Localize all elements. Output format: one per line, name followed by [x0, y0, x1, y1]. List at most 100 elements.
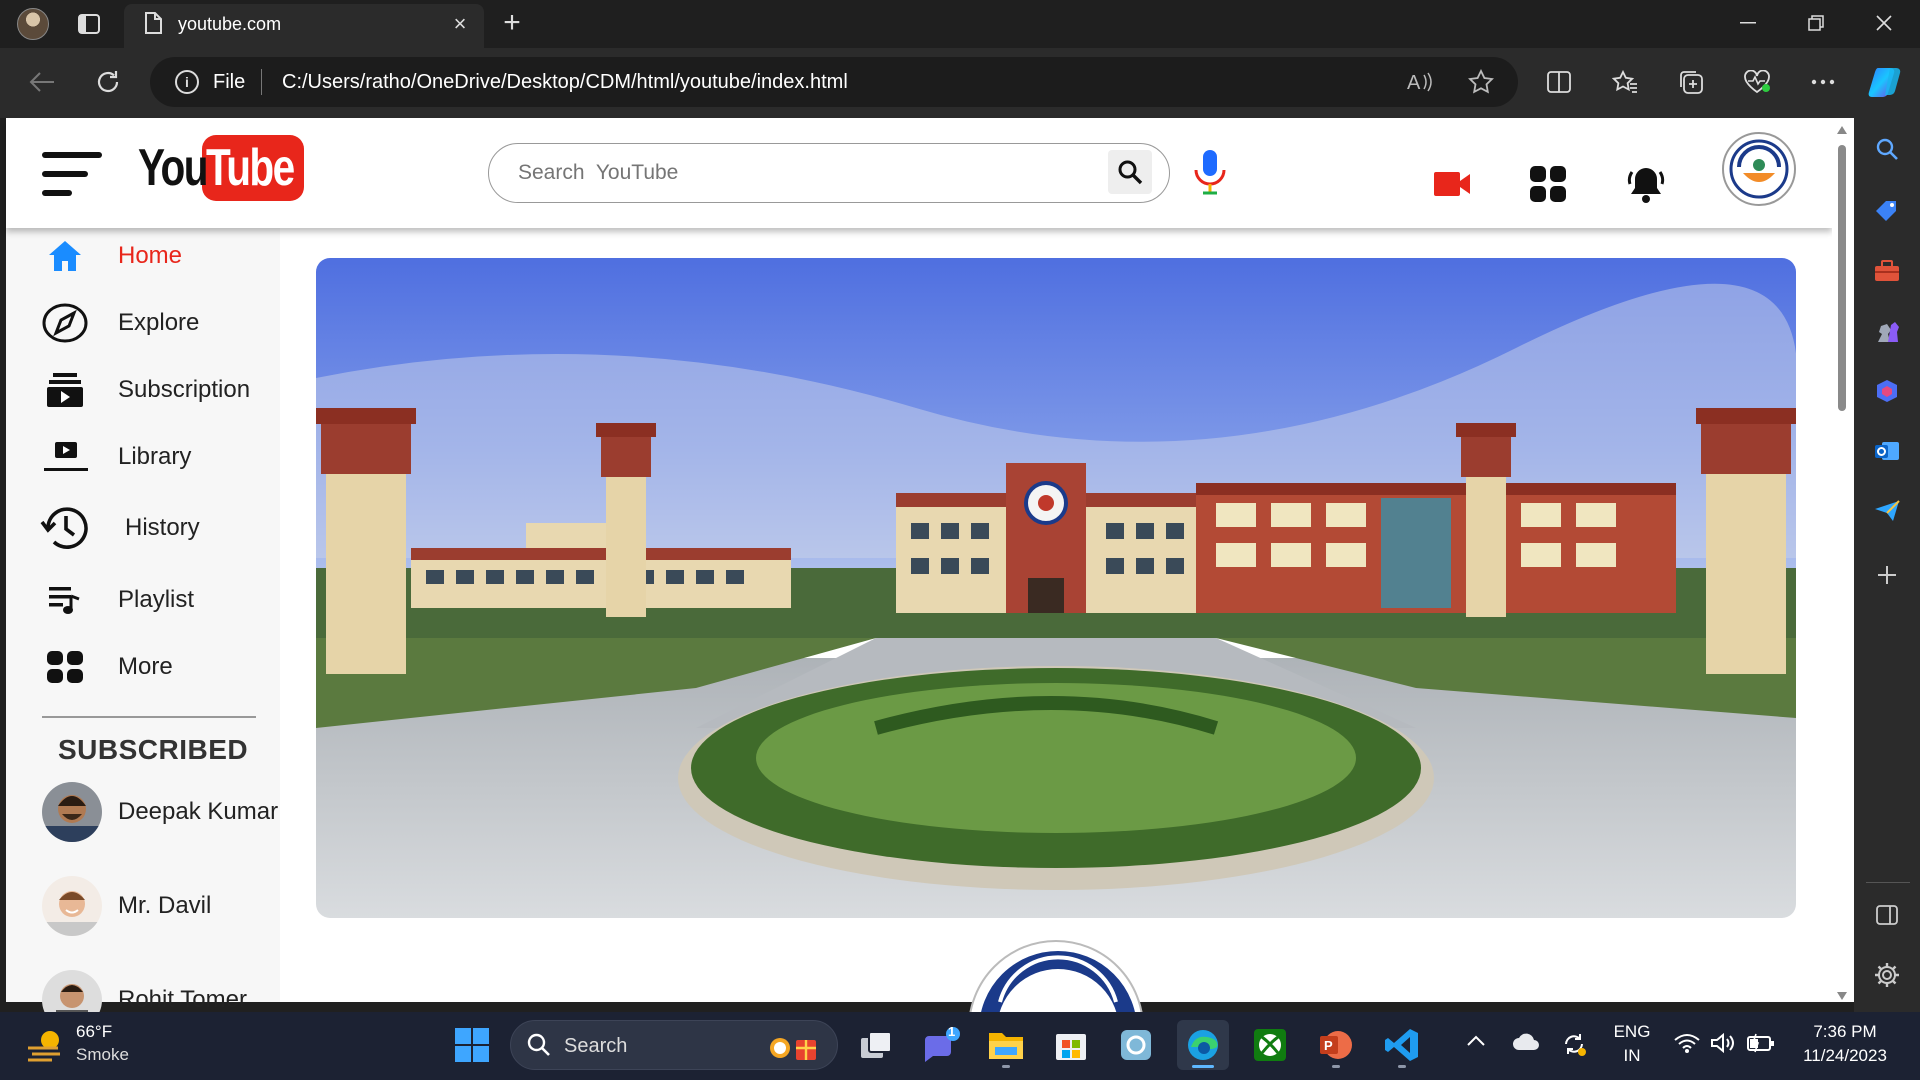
running-indicator: [1332, 1065, 1340, 1068]
compass-icon: [40, 303, 90, 343]
minimize-button[interactable]: [1714, 0, 1782, 46]
subscription-name: Rohit Tomer: [118, 986, 247, 1013]
store-icon: [1056, 1034, 1086, 1060]
sidebar-divider-line: [42, 716, 256, 718]
more-options-icon[interactable]: [1803, 64, 1843, 100]
nav-item-playlist[interactable]: Playlist: [40, 574, 280, 626]
restore-button[interactable]: [1782, 0, 1850, 46]
app-launcher-button[interactable]: [1110, 1020, 1162, 1070]
collections-icon[interactable]: [1671, 64, 1711, 100]
start-button[interactable]: [446, 1020, 498, 1070]
subscription-item-mr-davil[interactable]: Mr. Davil: [42, 876, 282, 938]
page-icon: [144, 12, 164, 36]
sidebar-hide-icon[interactable]: [1870, 898, 1904, 932]
refresh-icon: [97, 71, 119, 93]
task-view-icon: [861, 1031, 892, 1058]
task-view-button[interactable]: [850, 1020, 902, 1070]
nav-label-playlist: Playlist: [118, 586, 195, 613]
teams-chat-button[interactable]: 1: [915, 1020, 967, 1070]
onedrive-cloud-icon[interactable]: [1512, 1032, 1540, 1056]
playlist-icon: [40, 580, 90, 620]
language-indicator-bottom[interactable]: IN: [1608, 1046, 1656, 1066]
sidebar-settings-icon[interactable]: [1870, 958, 1904, 992]
tab-close-icon[interactable]: ×: [448, 12, 472, 36]
nav-item-history[interactable]: History: [40, 502, 280, 554]
scrollbar-thumb[interactable]: [1838, 145, 1846, 411]
show-hidden-icons-chevron-icon[interactable]: [1466, 1034, 1490, 1054]
channel-banner-image[interactable]: [316, 258, 1796, 918]
sidebar-outlook-icon[interactable]: [1870, 434, 1904, 468]
sidebar-office-icon[interactable]: [1870, 374, 1904, 408]
copilot-icon[interactable]: [1866, 64, 1906, 100]
read-aloud-icon[interactable]: A: [1404, 66, 1436, 98]
nav-label-library: Library: [118, 443, 192, 470]
browser-profile-button[interactable]: [14, 6, 52, 42]
sidebar-search-icon[interactable]: [1870, 132, 1904, 166]
scroll-down-arrow-icon[interactable]: [1836, 988, 1848, 1000]
youtube-search-button[interactable]: [1108, 150, 1152, 194]
xbox-button[interactable]: [1244, 1020, 1296, 1070]
nav-item-library[interactable]: Library: [40, 431, 280, 483]
menu-icon[interactable]: [40, 150, 104, 198]
nav-item-subscription[interactable]: Subscription: [40, 364, 280, 416]
vscode-icon: [1385, 1029, 1418, 1061]
edge-button[interactable]: [1177, 1020, 1229, 1070]
refresh-button[interactable]: [86, 62, 130, 102]
taskbar-search-label: Search: [564, 1035, 628, 1057]
video-camera-icon[interactable]: [1428, 160, 1476, 208]
site-info-icon[interactable]: i: [175, 70, 199, 94]
channel-avatar: [42, 876, 102, 936]
weather-description: Smoke: [76, 1045, 129, 1064]
address-url[interactable]: C:/Users/ratho/OneDrive/Desktop/CDM/html…: [282, 70, 848, 94]
back-button[interactable]: [20, 62, 64, 102]
wifi-icon[interactable]: [1674, 1032, 1702, 1056]
nav-item-more[interactable]: More: [40, 641, 280, 693]
nav-label-history: History: [125, 514, 200, 541]
microphone-icon[interactable]: [1192, 148, 1228, 196]
microsoft-store-button[interactable]: [1045, 1020, 1097, 1070]
address-divider: [261, 69, 262, 95]
weather-sun-icon[interactable]: [26, 1026, 66, 1066]
subscriptions-icon: [40, 370, 90, 410]
battery-icon[interactable]: [1746, 1032, 1776, 1056]
sidebar-shopping-icon[interactable]: [1870, 194, 1904, 228]
active-indicator: [1192, 1065, 1214, 1068]
nav-item-home[interactable]: Home: [40, 230, 280, 282]
favorites-icon[interactable]: [1605, 64, 1645, 100]
clock-time[interactable]: 7:36 PM: [1790, 1022, 1900, 1042]
tab-actions-icon: [78, 14, 100, 34]
volume-icon[interactable]: [1710, 1032, 1738, 1056]
youtube-search-input[interactable]: [518, 160, 1078, 186]
sidebar-games-icon[interactable]: [1870, 314, 1904, 348]
scroll-up-arrow-icon[interactable]: [1836, 122, 1848, 134]
folder-icon: [989, 1033, 1023, 1059]
sidebar-add-icon[interactable]: [1870, 558, 1904, 592]
sync-icon[interactable]: [1560, 1030, 1588, 1058]
subscription-item-deepak-kumar[interactable]: Deepak Kumar: [42, 782, 282, 844]
language-indicator-top[interactable]: ENG: [1608, 1022, 1656, 1042]
apps-icon[interactable]: [1524, 160, 1572, 208]
clock-date[interactable]: 11/24/2023: [1790, 1046, 1900, 1066]
channel-avatar: [42, 782, 102, 842]
split-screen-icon[interactable]: [1539, 64, 1579, 100]
youtube-logo[interactable]: You Tube: [136, 134, 306, 202]
browser-essentials-icon[interactable]: [1737, 64, 1777, 100]
tab-actions-button[interactable]: [72, 8, 106, 40]
search-highlight-icon: [766, 1028, 820, 1062]
notifications-bell-icon[interactable]: [1622, 160, 1670, 208]
user-avatar[interactable]: [1722, 132, 1796, 206]
new-tab-button[interactable]: +: [496, 8, 528, 40]
close-window-button[interactable]: [1850, 0, 1918, 46]
vscode-button[interactable]: [1376, 1020, 1428, 1070]
address-scheme-label: File: [213, 71, 246, 93]
favorite-star-icon[interactable]: [1465, 66, 1497, 98]
file-explorer-button[interactable]: [980, 1020, 1032, 1070]
windows-logo-icon: [455, 1028, 489, 1062]
back-arrow-icon: [29, 72, 54, 92]
sidebar-drop-icon[interactable]: [1870, 494, 1904, 528]
powerpoint-button[interactable]: P: [1310, 1020, 1362, 1070]
subscribed-heading: SUBSCRIBED: [58, 734, 249, 765]
sidebar-divider: [1866, 882, 1910, 883]
nav-item-explore[interactable]: Explore: [40, 297, 280, 349]
sidebar-tools-icon[interactable]: [1870, 254, 1904, 288]
